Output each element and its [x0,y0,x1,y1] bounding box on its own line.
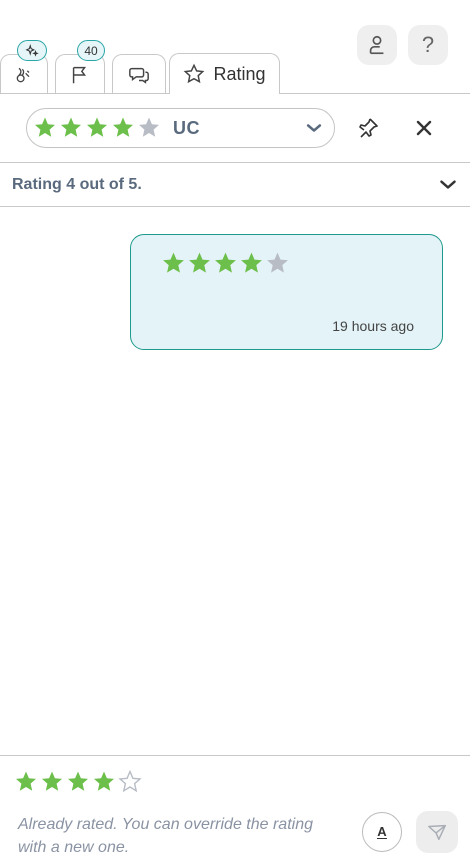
format-text-icon: A [377,824,387,839]
star-filled-icon [35,117,55,137]
pin-button[interactable] [356,116,380,140]
chevron-down-icon [440,180,456,189]
selector-label: UC [173,117,200,138]
divider [0,755,470,756]
summary-toggle[interactable] [438,176,458,194]
star-filled-icon[interactable] [66,770,90,794]
star-empty-icon [139,117,159,137]
star-filled-icon [61,117,81,137]
ai-sparkle-icon [16,67,30,82]
star-filled-icon [189,252,210,273]
flags-count-badge: 40 [77,40,105,61]
star-filled-icon[interactable] [92,770,116,794]
divider [0,206,470,207]
star-filled-icon [113,117,133,137]
star-filled-icon [241,252,262,273]
star-filled-icon [163,252,184,273]
divider [0,162,470,163]
tab-bar: Rating 40 [0,0,470,94]
tab-comments[interactable] [112,54,166,94]
star-filled-icon[interactable] [40,770,64,794]
tab-rating[interactable]: Rating [169,53,280,94]
rating-selector[interactable]: UC [26,108,335,148]
star-filled-icon[interactable] [14,770,38,794]
selector-stars [33,116,161,140]
pin-icon [359,118,378,138]
close-icon [416,120,432,136]
star-outline-icon [184,63,205,84]
star-empty-icon[interactable] [118,770,142,794]
flag-icon [72,66,87,83]
chevron-down-icon [306,124,322,132]
star-filled-icon [87,117,107,137]
send-icon [428,824,446,841]
star-filled-icon [215,252,236,273]
rating-summary: Rating 4 out of 5. [12,176,142,193]
rating-hint: Already rated. You can override the rati… [18,816,313,856]
message-timestamp: 19 hours ago [332,318,414,334]
chat-bubbles-icon [129,67,149,84]
sparkle-icon [25,43,39,57]
send-button[interactable] [416,811,458,853]
star-empty-icon [267,252,288,273]
tab-rating-label: Rating [213,63,266,84]
ai-badge [17,40,47,61]
rating-input-stars [14,770,142,794]
format-text-button[interactable]: A [362,812,402,852]
rating-message: 19 hours ago [130,234,443,350]
close-button[interactable] [412,116,436,140]
message-stars [161,251,290,276]
